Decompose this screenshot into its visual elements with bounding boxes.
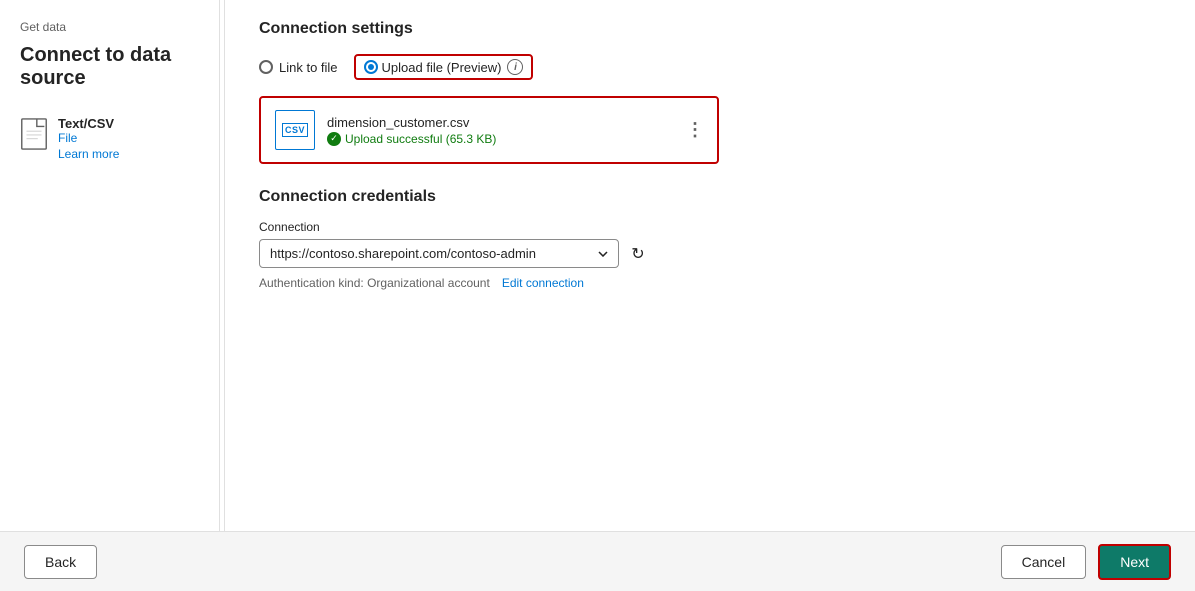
breadcrumb: Get data [20, 20, 199, 34]
upload-file-radio-inner [368, 64, 374, 70]
sidebar-file-item: Text/CSV File Learn more [20, 112, 199, 165]
refresh-icon[interactable]: ↻ [627, 243, 649, 265]
content-area: Connection settings Link to file Upload … [229, 0, 1195, 531]
connection-field-label: Connection [259, 220, 1165, 234]
sidebar-file-type: Text/CSV [58, 116, 119, 131]
sidebar: Get data Connect to data source Text/CSV… [0, 0, 220, 531]
connection-settings-title: Connection settings [259, 20, 1165, 38]
csv-file-icon-box: CSV [275, 110, 315, 150]
csv-icon-label: CSV [282, 123, 308, 137]
link-to-file-option[interactable]: Link to file [259, 60, 338, 75]
file-icon [20, 118, 48, 150]
file-card-details: dimension_customer.csv ✓ Upload successf… [327, 115, 703, 146]
edit-connection-link[interactable]: Edit connection [502, 276, 584, 290]
link-to-file-radio[interactable] [259, 60, 273, 74]
upload-file-label: Upload file (Preview) [382, 60, 502, 75]
sidebar-divider [224, 0, 225, 531]
file-upload-card: CSV dimension_customer.csv ✓ Upload succ… [259, 96, 719, 164]
upload-file-option-box[interactable]: Upload file (Preview) i [354, 54, 534, 80]
link-to-file-label: Link to file [279, 60, 338, 75]
connection-type-radio-group: Link to file Upload file (Preview) i [259, 54, 1165, 80]
sidebar-file-info: Text/CSV File Learn more [58, 116, 119, 161]
upload-status-text: Upload successful (65.3 KB) [345, 132, 496, 146]
sidebar-file-sublabel: File [58, 131, 119, 145]
upload-file-radio[interactable] [364, 60, 378, 74]
file-card-status: ✓ Upload successful (65.3 KB) [327, 132, 703, 146]
credentials-section: Connection credentials Connection https:… [259, 188, 1165, 290]
footer: Back Cancel Next [0, 531, 1195, 591]
footer-left: Back [24, 545, 97, 579]
back-button[interactable]: Back [24, 545, 97, 579]
file-card-name: dimension_customer.csv [327, 115, 703, 130]
next-button[interactable]: Next [1098, 544, 1171, 580]
page-title: Connect to data source [20, 44, 199, 90]
connection-select[interactable]: https://contoso.sharepoint.com/contoso-a… [259, 239, 619, 268]
more-menu-button[interactable]: ⋮ [686, 120, 705, 141]
footer-right: Cancel Next [1001, 544, 1171, 580]
upload-success-icon: ✓ [327, 132, 341, 146]
credentials-title: Connection credentials [259, 188, 1165, 206]
learn-more-link[interactable]: Learn more [58, 147, 119, 161]
cancel-button[interactable]: Cancel [1001, 545, 1087, 579]
upload-info-icon[interactable]: i [507, 59, 523, 75]
auth-info: Authentication kind: Organizational acco… [259, 276, 1165, 290]
auth-kind-text: Authentication kind: Organizational acco… [259, 276, 490, 290]
connection-row: https://contoso.sharepoint.com/contoso-a… [259, 239, 1165, 268]
